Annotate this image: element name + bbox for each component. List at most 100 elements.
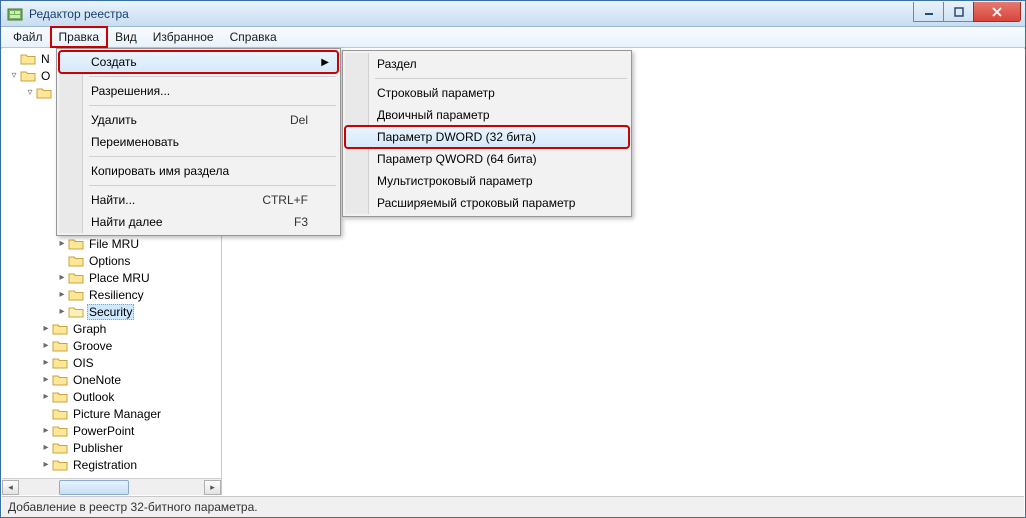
new-submenu-item[interactable]: Двоичный параметр bbox=[345, 104, 629, 126]
scroll-track[interactable] bbox=[19, 480, 204, 495]
expand-icon[interactable]: ▸ bbox=[40, 340, 52, 351]
menu-item-label: Строковый параметр bbox=[377, 86, 495, 100]
close-button[interactable] bbox=[973, 2, 1021, 22]
menu-item-label: Найти далее bbox=[91, 215, 163, 229]
new-submenu-item[interactable]: Строковый параметр bbox=[345, 82, 629, 104]
horizontal-scrollbar[interactable]: ◂ ▸ bbox=[2, 478, 221, 495]
scroll-left-button[interactable]: ◂ bbox=[2, 480, 19, 495]
folder-icon bbox=[68, 254, 84, 268]
status-text: Добавление в реестр 32-битного параметра… bbox=[8, 500, 258, 514]
tree-label: Resiliency bbox=[87, 288, 146, 302]
expand-icon[interactable]: ▸ bbox=[56, 238, 68, 249]
menu-item-label: Параметр DWORD (32 бита) bbox=[377, 130, 536, 144]
expand-icon[interactable]: ▸ bbox=[40, 357, 52, 368]
separator bbox=[89, 185, 336, 186]
menu-item-label: Двоичный параметр bbox=[377, 108, 490, 122]
menu-favorites[interactable]: Избранное bbox=[145, 27, 222, 47]
expand-icon[interactable]: ▸ bbox=[56, 289, 68, 300]
edit-menu-item[interactable]: Копировать имя раздела bbox=[59, 160, 338, 182]
separator bbox=[89, 156, 336, 157]
expand-icon[interactable]: ▸ bbox=[40, 374, 52, 385]
expand-icon[interactable]: ▸ bbox=[40, 459, 52, 470]
new-submenu-item[interactable]: Раздел bbox=[345, 53, 629, 75]
scroll-right-button[interactable]: ▸ bbox=[204, 480, 221, 495]
menu-view[interactable]: Вид bbox=[107, 27, 145, 47]
folder-icon bbox=[52, 373, 68, 387]
tree-label: N bbox=[39, 52, 52, 66]
separator bbox=[375, 78, 627, 79]
edit-menu-item[interactable]: Разрешения... bbox=[59, 80, 338, 102]
menubar: Файл Правка Вид Избранное Справка bbox=[1, 27, 1025, 48]
expand-icon[interactable]: ▸ bbox=[56, 272, 68, 283]
tree-label: Graph bbox=[71, 322, 108, 336]
tree-node[interactable]: ▸ OneNote bbox=[2, 371, 221, 388]
folder-icon bbox=[68, 305, 84, 319]
tree-node[interactable]: ▸Publisher bbox=[2, 439, 221, 456]
edit-menu-item[interactable]: Создать▶ bbox=[59, 51, 338, 73]
app-icon bbox=[7, 6, 23, 22]
new-submenu: Раздел Строковый параметр Двоичный парамет… bbox=[342, 50, 632, 217]
tree-node[interactable]: ▸ Security bbox=[2, 303, 221, 320]
collapse-icon[interactable]: ▿ bbox=[8, 70, 20, 81]
new-submenu-item[interactable]: Расширяемый строковый параметр bbox=[345, 192, 629, 214]
menu-item-label: Переименовать bbox=[91, 135, 179, 149]
submenu-arrow-icon: ▶ bbox=[321, 57, 329, 68]
collapse-icon[interactable]: ▿ bbox=[24, 87, 36, 98]
tree-node[interactable]: ▸Place MRU bbox=[2, 269, 221, 286]
menu-item-label: Расширяемый строковый параметр bbox=[377, 196, 575, 210]
menu-item-label: Копировать имя раздела bbox=[91, 164, 229, 178]
tree-node[interactable]: ▸Registration bbox=[2, 456, 221, 473]
maximize-button[interactable] bbox=[943, 2, 973, 22]
menu-shortcut: F3 bbox=[294, 215, 308, 229]
folder-icon bbox=[52, 390, 68, 404]
tree-label: File MRU bbox=[87, 237, 141, 251]
menu-help[interactable]: Справка bbox=[222, 27, 285, 47]
window-controls bbox=[913, 2, 1021, 22]
tree-label: Security bbox=[87, 304, 134, 320]
folder-icon bbox=[20, 52, 36, 66]
expand-icon[interactable]: ▸ bbox=[56, 306, 68, 317]
tree-node[interactable]: Options bbox=[2, 252, 221, 269]
tree-node[interactable]: ▸OIS bbox=[2, 354, 221, 371]
edit-menu-item[interactable]: Найти...CTRL+F bbox=[59, 189, 338, 211]
new-submenu-item[interactable]: Параметр DWORD (32 бита) bbox=[345, 126, 629, 148]
folder-icon bbox=[68, 237, 84, 251]
menu-edit[interactable]: Правка bbox=[51, 27, 108, 47]
menu-item-label: Раздел bbox=[377, 57, 417, 71]
edit-menu-item[interactable]: Переименовать bbox=[59, 131, 338, 153]
folder-icon bbox=[36, 86, 52, 100]
folder-icon bbox=[52, 407, 68, 421]
folder-icon bbox=[52, 424, 68, 438]
new-submenu-item[interactable]: Мультистроковый параметр bbox=[345, 170, 629, 192]
folder-icon bbox=[68, 288, 84, 302]
minimize-button[interactable] bbox=[913, 2, 943, 22]
expand-icon[interactable]: ▸ bbox=[40, 442, 52, 453]
expand-icon[interactable]: ▸ bbox=[40, 323, 52, 334]
scroll-thumb[interactable] bbox=[59, 480, 129, 495]
tree-node[interactable]: ▸ Graph bbox=[2, 320, 221, 337]
tree-node[interactable]: ▸Outlook bbox=[2, 388, 221, 405]
window-title: Редактор реестра bbox=[29, 7, 913, 21]
tree-node[interactable]: ▸ Resiliency bbox=[2, 286, 221, 303]
tree-node[interactable]: ▸ PowerPoint bbox=[2, 422, 221, 439]
expand-icon[interactable]: ▸ bbox=[40, 391, 52, 402]
tree-label: PowerPoint bbox=[71, 424, 136, 438]
tree-node[interactable]: Picture Manager bbox=[2, 405, 221, 422]
tree-node[interactable]: ▸ Groove bbox=[2, 337, 221, 354]
tree-label: Groove bbox=[71, 339, 114, 353]
tree-label: OneNote bbox=[71, 373, 123, 387]
separator bbox=[89, 105, 336, 106]
edit-menu-item[interactable]: Найти далее F3 bbox=[59, 211, 338, 233]
menu-shortcut: Del bbox=[290, 113, 308, 127]
menu-item-label: Параметр QWORD (64 бита) bbox=[377, 152, 537, 166]
folder-icon bbox=[20, 69, 36, 83]
edit-menu-item[interactable]: Удалить Del bbox=[59, 109, 338, 131]
expand-icon[interactable]: ▸ bbox=[40, 425, 52, 436]
menu-file[interactable]: Файл bbox=[5, 27, 51, 47]
folder-icon bbox=[68, 271, 84, 285]
folder-icon bbox=[52, 356, 68, 370]
edit-menu: Создать▶ Разрешения... Удалить Del Переимено… bbox=[56, 48, 341, 236]
new-submenu-item[interactable]: Параметр QWORD (64 бита) bbox=[345, 148, 629, 170]
menu-item-label: Удалить bbox=[91, 113, 137, 127]
tree-node[interactable]: ▸ File MRU bbox=[2, 235, 221, 252]
